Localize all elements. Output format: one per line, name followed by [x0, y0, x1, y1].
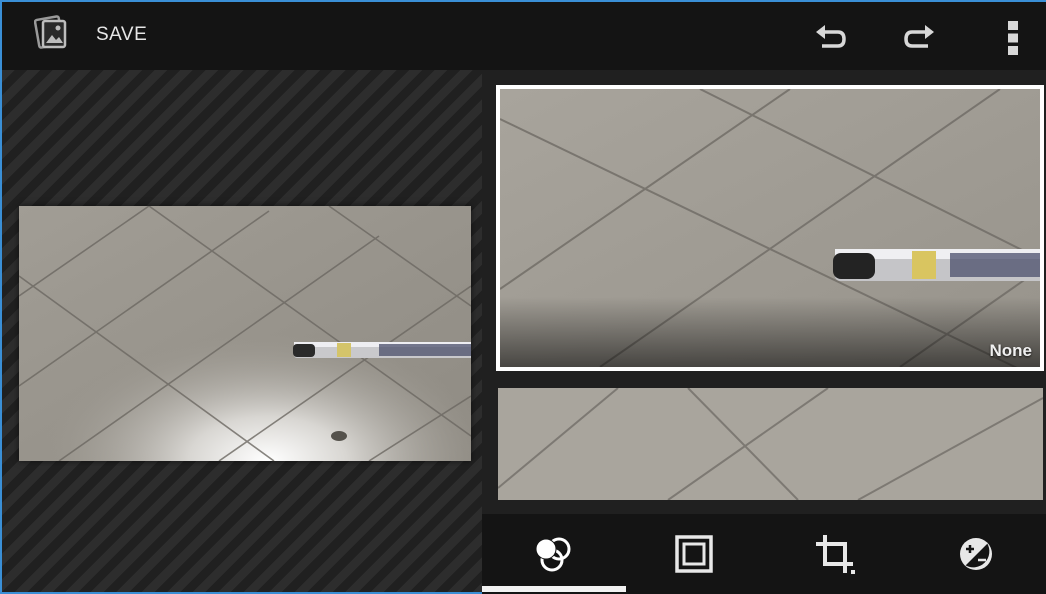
- filter-name-label: None: [989, 341, 1033, 360]
- tab-crop[interactable]: [764, 514, 905, 594]
- gallery-icon[interactable]: [33, 15, 70, 51]
- crop-icon: [815, 535, 855, 574]
- exposure-icon: [959, 538, 992, 570]
- filter-thumbnail[interactable]: [498, 388, 1043, 500]
- edited-photo-preview[interactable]: [19, 206, 471, 461]
- selected-tab-indicator: [482, 586, 626, 592]
- save-button[interactable]: SAVE: [96, 24, 147, 46]
- action-bar: SAVE: [0, 0, 1046, 70]
- tab-exposure[interactable]: [905, 514, 1046, 594]
- borders-icon: [674, 535, 713, 573]
- redo-icon[interactable]: [900, 18, 940, 58]
- undo-icon[interactable]: [810, 18, 850, 58]
- tab-filters[interactable]: [482, 514, 626, 594]
- editor-category-bar: [482, 514, 1046, 594]
- filter-thumbnail-none[interactable]: None: [496, 85, 1044, 371]
- filters-icon: [535, 537, 570, 572]
- tab-borders[interactable]: [623, 514, 764, 594]
- caption-gradient: [500, 297, 1040, 367]
- overflow-menu-icon[interactable]: [993, 18, 1033, 58]
